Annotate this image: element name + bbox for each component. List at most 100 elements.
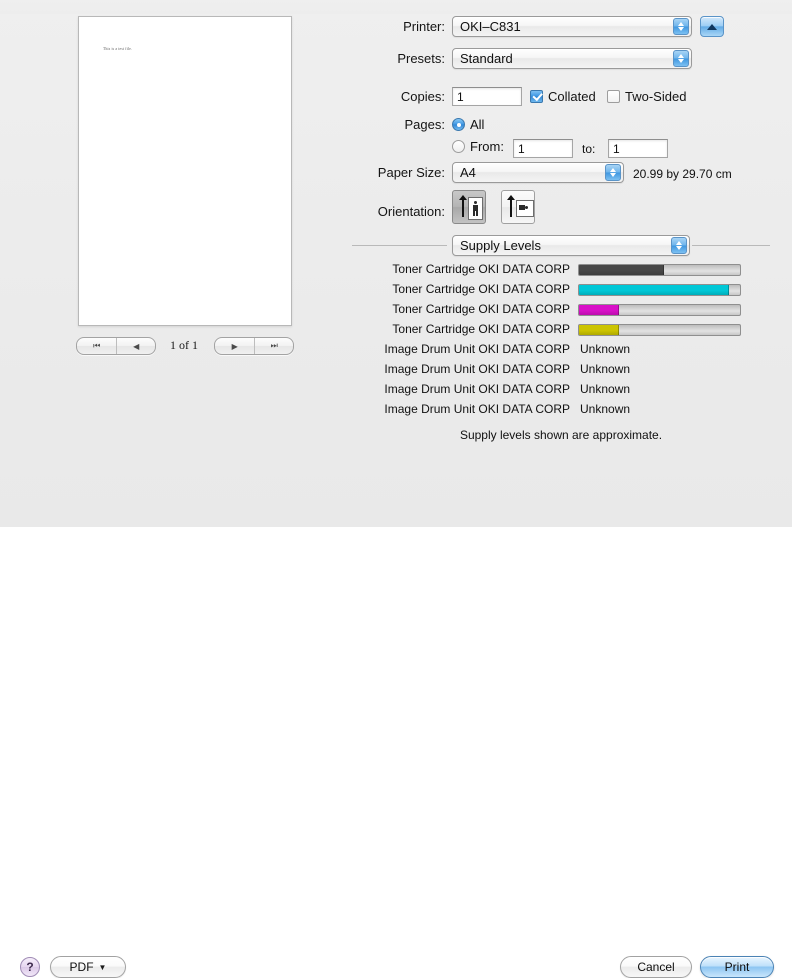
pages-from-radio[interactable]: From: [452,139,504,154]
presets-select-value: Standard [460,51,513,66]
supply-row: Toner Cartridge OKI DATA CORP [330,302,792,318]
supply-row: Image Drum Unit OKI DATA CORP Unknown [330,382,792,398]
paper-dimensions-note: 20.99 by 29.70 cm [633,167,732,181]
presets-select[interactable]: Standard [452,48,692,69]
pdf-button[interactable]: PDF ▼ [50,956,126,978]
chevron-updown-icon [673,18,689,35]
printer-select[interactable]: OKI–C831 [452,16,692,37]
preview-page: This is a test file. [78,16,292,326]
supply-level-value: Unknown [580,382,631,396]
supply-level-bar [578,304,741,316]
printer-select-value: OKI–C831 [460,19,521,34]
supply-name: Image Drum Unit OKI DATA CORP [384,342,570,356]
pages-to-label: to: [582,142,596,156]
two-sided-label: Two-Sided [625,89,687,104]
page-nav-previous-group[interactable]: ⏮ ◀ [76,337,156,355]
supply-level-value: Unknown [580,342,631,356]
supply-level-value: Unknown [580,362,631,376]
pages-row-all: Pages: All [330,114,792,138]
supply-row: Image Drum Unit OKI DATA CORP Unknown [330,362,792,378]
collated-checkbox[interactable]: Collated [530,89,596,104]
previous-page-icon[interactable]: ◀ [115,338,156,354]
chevron-updown-icon [605,164,621,181]
supply-row: Toner Cartridge OKI DATA CORP [330,262,792,278]
pages-row-range: From: 1 to: 1 [330,136,792,160]
cancel-button[interactable]: Cancel [620,956,692,978]
chevron-updown-icon [673,50,689,67]
supply-row: Toner Cartridge OKI DATA CORP [330,282,792,298]
orientation-row: Orientation: [330,190,792,230]
copies-input[interactable]: 1 [452,87,522,106]
pages-all-radio[interactable]: All [452,117,484,132]
pages-from-label: From: [470,139,504,154]
pages-to-input[interactable]: 1 [608,139,668,158]
last-page-icon[interactable]: ⏭ [253,338,294,354]
print-options-panel: Printer: OKI–C831 Presets: Standard Copi… [330,0,792,470]
paper-size-select-value: A4 [460,165,476,180]
two-sided-checkbox[interactable]: Two-Sided [607,89,686,104]
supply-name: Toner Cartridge OKI DATA CORP [392,282,570,296]
chevron-updown-icon [671,237,687,254]
first-page-icon[interactable]: ⏮ [77,338,116,354]
paper-size-label: Paper Size: [377,165,445,180]
page-counter: 1 of 1 [170,338,198,352]
supply-level-value: Unknown [580,402,631,416]
presets-row: Presets: Standard [330,48,792,72]
orientation-portrait-button[interactable] [452,190,486,224]
supply-row: Image Drum Unit OKI DATA CORP Unknown [330,402,792,418]
page-nav-next-group[interactable]: ▶ ⏭ [214,337,294,355]
supply-name: Image Drum Unit OKI DATA CORP [384,402,570,416]
copies-label: Copies: [400,89,445,104]
supply-level-fill [579,305,620,315]
supply-name: Image Drum Unit OKI DATA CORP [384,382,570,396]
page-navigation: ⏮ ◀ 1 of 1 ▶ ⏭ [76,337,294,355]
print-dialog-sheet: This is a test file. ⏮ ◀ 1 of 1 ▶ ⏭ Prin… [0,0,792,978]
orientation-label: Orientation: [377,204,445,219]
print-pane-select-value: Supply Levels [460,238,541,253]
hide-details-button[interactable] [700,16,724,37]
copies-row: Copies: 1 Collated Two-Sided [330,86,792,110]
pages-all-label: All [470,117,485,132]
print-pane-select[interactable]: Supply Levels [452,235,690,256]
print-button[interactable]: Print [700,956,774,978]
supply-row: Image Drum Unit OKI DATA CORP Unknown [330,342,792,358]
supply-level-fill [579,325,620,335]
paper-size-select[interactable]: A4 [452,162,624,183]
supply-name: Toner Cartridge OKI DATA CORP [392,322,570,336]
printer-label: Printer: [403,19,445,34]
supply-levels-note: Supply levels shown are approximate. [459,428,663,442]
checkbox-checked-icon [530,90,543,103]
supply-name: Image Drum Unit OKI DATA CORP [384,362,570,376]
radio-selected-icon [452,118,465,131]
pages-from-input[interactable]: 1 [513,139,573,158]
preview-page-text: This is a test file. [103,47,133,52]
supply-level-fill [579,265,665,275]
radio-unselected-icon [452,140,465,153]
orientation-landscape-button[interactable] [501,190,535,224]
paper-size-row: Paper Size: A4 20.99 by 29.70 cm [330,162,792,186]
presets-label: Presets: [397,51,445,66]
dialog-button-bar: ? PDF ▼ Cancel Print [0,470,792,978]
supply-name: Toner Cartridge OKI DATA CORP [392,262,570,276]
help-button[interactable]: ? [20,957,40,977]
collated-label: Collated [548,89,596,104]
landscape-page-icon [516,200,534,217]
next-page-icon[interactable]: ▶ [215,338,254,354]
chevron-up-icon [707,23,717,30]
portrait-page-icon [468,197,483,220]
up-arrow-icon [459,195,467,217]
supply-row: Toner Cartridge OKI DATA CORP [330,322,792,338]
supply-level-bar [578,284,741,296]
pdf-button-label: PDF [69,960,94,974]
separator-right [692,245,770,246]
supply-name: Toner Cartridge OKI DATA CORP [392,302,570,316]
supply-level-fill [579,285,729,295]
supply-level-bar [578,264,741,276]
up-arrow-icon [507,195,515,217]
supply-level-bar [578,324,741,336]
print-preview-panel: This is a test file. ⏮ ◀ 1 of 1 ▶ ⏭ [62,8,312,355]
chevron-down-icon: ▼ [98,962,107,972]
pages-label: Pages: [404,117,445,132]
checkbox-unchecked-icon [607,90,620,103]
separator-left [352,245,447,246]
